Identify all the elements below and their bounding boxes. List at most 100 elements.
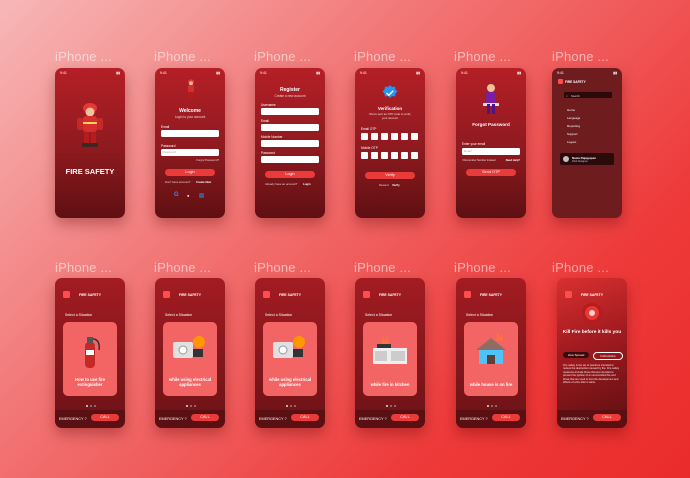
otp-box[interactable] <box>401 133 408 140</box>
otp-box[interactable] <box>361 152 368 159</box>
otp-box[interactable] <box>381 152 388 159</box>
call-button[interactable]: CALL <box>492 414 520 421</box>
situation-card[interactable]: while using electrical appliances <box>163 322 217 396</box>
menu-item-language[interactable]: Language <box>567 116 580 120</box>
password-field[interactable]: Password <box>161 149 219 156</box>
remember-link[interactable]: I Remember Number Instead <box>462 159 495 162</box>
frame-label: iPhone ... <box>154 260 211 275</box>
verify-button[interactable]: Verify <box>365 172 415 179</box>
extinguisher-icon <box>85 337 100 368</box>
profile-card[interactable]: Nazia Rajagopan Web Designer <box>560 153 614 165</box>
header-title: FIRE SAFETY <box>78 293 102 297</box>
frame-label: iPhone ... <box>354 260 411 275</box>
resend-text: Resend <box>379 183 389 187</box>
call-button[interactable]: CALL <box>91 414 119 421</box>
person-illustration <box>483 84 499 114</box>
situation-card[interactable]: How to use fire extinguisher <box>63 322 117 396</box>
search-icon: ⌕ <box>566 93 568 98</box>
register-button[interactable]: Login <box>265 171 315 178</box>
otp-box[interactable] <box>371 133 378 140</box>
header-title: FIRE SAFETY <box>479 293 503 297</box>
tab-instructions[interactable]: Instructions <box>593 352 623 360</box>
detail-body: Fire safety is the set of practices inte… <box>563 364 620 385</box>
forgot-password-link[interactable]: Forgot Password? <box>196 158 219 162</box>
frame-label: iPhone ... <box>55 260 112 275</box>
send-otp-button[interactable]: Send OTP <box>466 169 516 176</box>
username-label: Username <box>261 103 276 107</box>
resend-link[interactable]: Verify <box>392 183 400 187</box>
menu-item-reporting[interactable]: Reporting <box>567 124 580 128</box>
splash-title: FIRE SAFETY <box>65 167 115 176</box>
select-prompt: Select a Situation <box>365 313 393 317</box>
google-icon[interactable]: G <box>174 192 179 198</box>
password-field[interactable] <box>261 156 319 163</box>
frame-label: iPhone ... <box>55 49 112 64</box>
situation-card[interactable]: while using electrical appliances <box>263 322 317 396</box>
frame-label: iPhone ... <box>254 49 311 64</box>
need-help-link[interactable]: Need Help? <box>506 159 520 162</box>
emergency-bar: EMERGENCY ? CALL <box>55 410 125 428</box>
email-field[interactable] <box>161 130 219 137</box>
create-new-link[interactable]: Create New <box>196 180 211 184</box>
electrical-outlet-icon <box>173 336 205 358</box>
card-title: How to use fire extinguisher <box>74 377 105 387</box>
login-link[interactable]: Login <box>303 182 311 186</box>
search-placeholder: Search <box>571 93 580 98</box>
detail-title: Kill Fire before it kills you <box>562 330 622 335</box>
mobile-otp-label: Mobile OTP <box>361 146 378 150</box>
otp-box[interactable] <box>391 152 398 159</box>
frame-label: iPhone ... <box>552 260 609 275</box>
header-title: FIRE SAFETY <box>580 293 604 297</box>
tab-how-spread[interactable]: How Spread <box>563 352 589 358</box>
verification-screen: 9:41 ▮▮ Verification We've sent an OTP co… <box>355 68 425 218</box>
emergency-label: EMERGENCY ? <box>159 417 187 421</box>
email-label: Email <box>161 125 170 129</box>
situation-card[interactable]: while fire in kitchen <box>363 322 417 396</box>
fire-alarm-icon <box>582 303 602 323</box>
frame-label: iPhone ... <box>154 49 211 64</box>
login-button[interactable]: Login <box>165 169 215 176</box>
call-button[interactable]: CALL <box>593 414 621 421</box>
select-prompt: Select a Situation <box>165 313 193 317</box>
apple-icon[interactable]: ● <box>187 193 189 198</box>
select-prompt: Select a Situation <box>466 313 494 317</box>
emergency-label: EMERGENCY ? <box>359 417 387 421</box>
otp-box[interactable] <box>381 133 388 140</box>
call-button[interactable]: CALL <box>191 414 219 421</box>
otp-box[interactable] <box>411 152 418 159</box>
otp-box[interactable] <box>371 152 378 159</box>
emergency-label: EMERGENCY ? <box>59 417 87 421</box>
otp-box[interactable] <box>411 133 418 140</box>
facebook-icon[interactable] <box>199 193 204 198</box>
forgot-password-screen: 9:41 ▮▮ Forgot Password Enter your email … <box>456 68 526 218</box>
profile-role: Web Designer <box>572 159 588 163</box>
firefighter-illustration <box>77 103 103 147</box>
email-field[interactable] <box>261 124 319 131</box>
menu-title: FIRE SAFETY <box>565 80 586 84</box>
situation-screen-1: FIRE SAFETY Select a Situation How to us… <box>55 278 125 428</box>
otp-box[interactable] <box>361 133 368 140</box>
username-field[interactable] <box>261 108 319 115</box>
menu-item-home[interactable]: Home <box>567 108 575 112</box>
menu-item-support[interactable]: Support <box>567 132 578 136</box>
situation-card[interactable]: while house is on fire <box>464 322 518 396</box>
call-button[interactable]: CALL <box>291 414 319 421</box>
login-subtitle: Login to your account <box>174 115 206 119</box>
otp-box[interactable] <box>401 152 408 159</box>
status-time: 9:41 <box>557 71 564 75</box>
otp-box[interactable] <box>391 133 398 140</box>
house-fire-icon <box>476 332 506 364</box>
emergency-bar: EMERGENCY ? CALL <box>155 410 225 428</box>
status-time: 9:41 <box>360 71 367 75</box>
login-screen: 9:41 ▮▮ Welcome Login to your account Ema… <box>155 68 225 218</box>
login-title: Welcome <box>179 108 201 114</box>
card-title: while house is on fire <box>469 382 513 387</box>
mobile-field[interactable] <box>261 140 319 147</box>
email-field[interactable]: Email <box>462 148 520 155</box>
call-button[interactable]: CALL <box>391 414 419 421</box>
menu-item-logout[interactable]: Logout <box>567 140 576 144</box>
header-title: FIRE SAFETY <box>378 293 402 297</box>
situation-screen-4: FIRE SAFETY Select a Situation while fir… <box>355 278 425 428</box>
search-input[interactable]: ⌕ Search <box>564 92 612 98</box>
status-time: 9:41 <box>160 71 167 75</box>
